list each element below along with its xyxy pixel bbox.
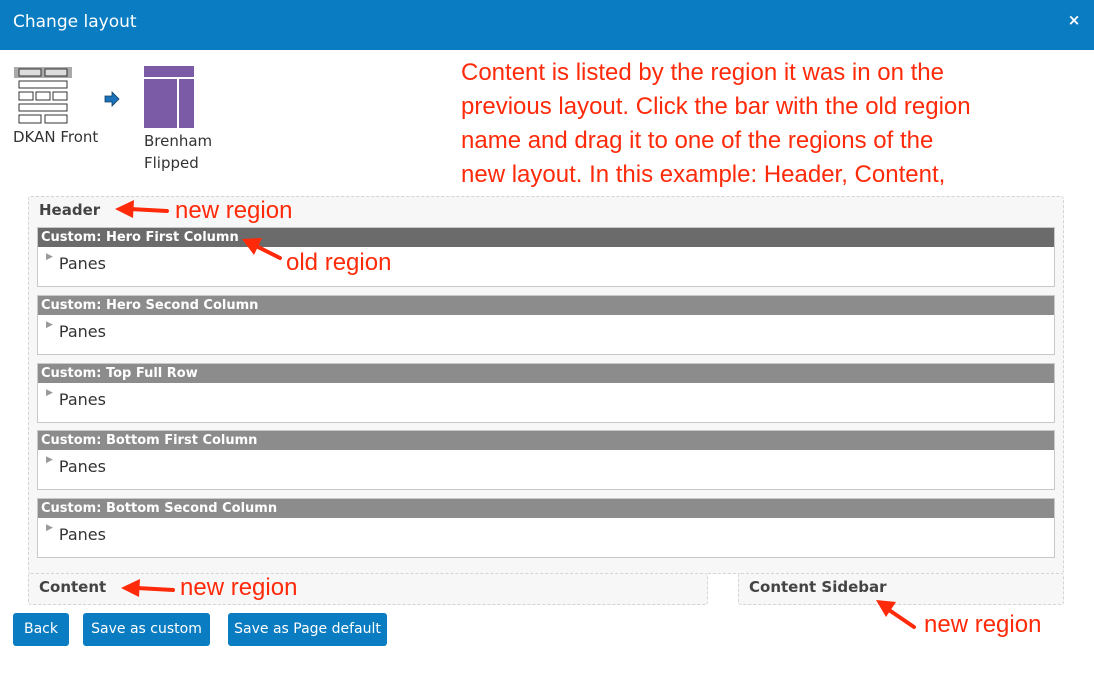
annotation-new-region: new region bbox=[175, 197, 293, 224]
annotation-new-region: new region bbox=[180, 574, 298, 601]
annotation-new-region: new region bbox=[924, 611, 1042, 638]
back-button[interactable]: Back bbox=[13, 613, 69, 646]
save-as-custom-button[interactable]: Save as custom bbox=[83, 613, 210, 646]
arrow-to-old-region-icon bbox=[242, 238, 282, 260]
annotation-arrows bbox=[115, 200, 916, 629]
arrow-to-content-icon bbox=[121, 579, 175, 597]
arrow-to-header-icon bbox=[115, 200, 169, 218]
save-as-page-default-button[interactable]: Save as Page default bbox=[228, 613, 387, 646]
annotation-old-region: old region bbox=[286, 249, 392, 276]
arrow-to-sidebar-icon bbox=[876, 600, 916, 629]
